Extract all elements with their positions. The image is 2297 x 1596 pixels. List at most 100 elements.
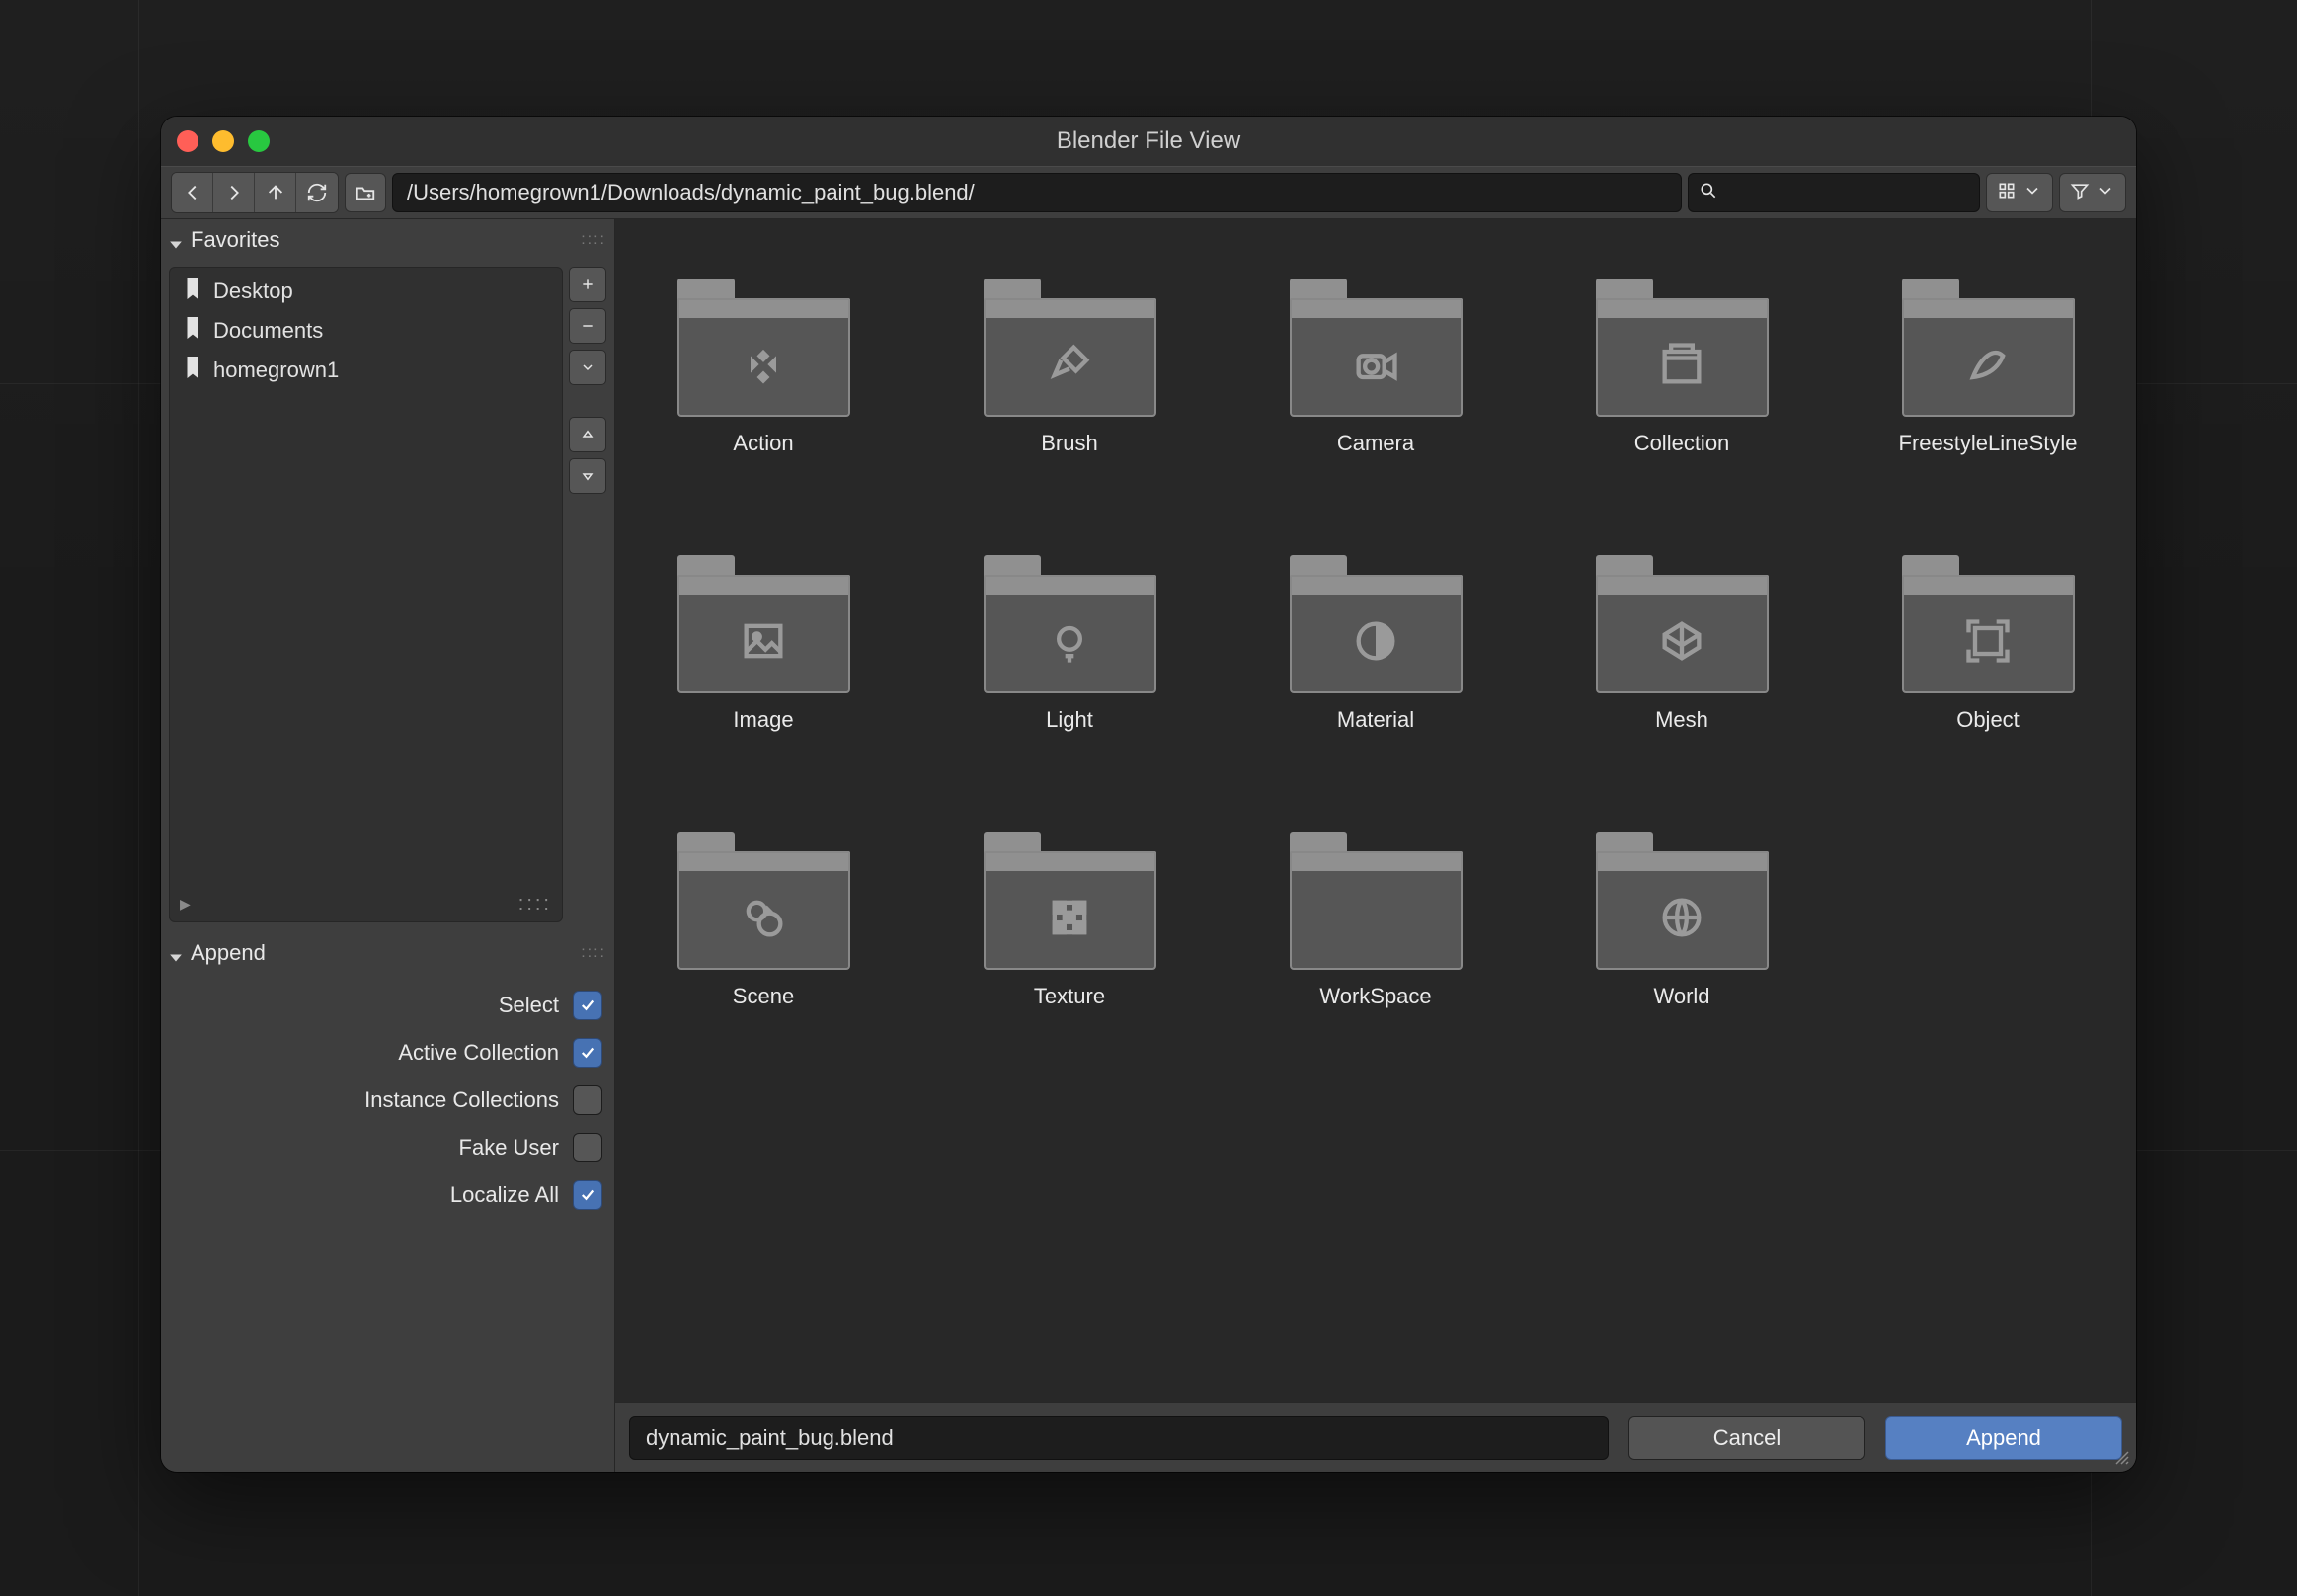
folder-item-collection[interactable]: Collection (1593, 279, 1771, 456)
option-label: Active Collection (398, 1040, 559, 1066)
option-label: Instance Collections (364, 1087, 559, 1113)
search-input[interactable] (1726, 179, 2015, 206)
append-option-row: Fake User (169, 1124, 602, 1171)
append-option-row: Select (169, 982, 602, 1029)
drag-grip-icon[interactable]: :::: (518, 893, 552, 916)
display-mode-dropdown[interactable] (1986, 173, 2053, 212)
folder-item-object[interactable]: Object (1899, 555, 2077, 733)
nav-up-button[interactable] (255, 173, 296, 212)
folder-icon (1290, 555, 1463, 693)
bookmark-icon (184, 278, 201, 305)
option-checkbox[interactable] (573, 991, 602, 1020)
folder-label: Action (733, 431, 793, 456)
folder-item-camera[interactable]: Camera (1287, 279, 1465, 456)
folder-icon (1596, 555, 1769, 693)
option-checkbox[interactable] (573, 1085, 602, 1115)
option-label: Localize All (450, 1182, 559, 1208)
folder-icon (984, 279, 1156, 417)
favorites-panel-header[interactable]: Favorites :::: (161, 219, 614, 261)
folder-label: Scene (733, 984, 794, 1009)
folder-item-material[interactable]: Material (1287, 555, 1465, 733)
folder-item-texture[interactable]: Texture (981, 832, 1158, 1009)
folder-label: WorkSpace (1319, 984, 1431, 1009)
close-window-button[interactable] (177, 130, 198, 152)
folder-item-light[interactable]: Light (981, 555, 1158, 733)
minimize-window-button[interactable] (212, 130, 234, 152)
folder-item-action[interactable]: Action (674, 279, 852, 456)
zoom-window-button[interactable] (248, 130, 270, 152)
titlebar: Blender File View (161, 117, 2136, 166)
append-option-row: Active Collection (169, 1029, 602, 1077)
folder-icon (1290, 832, 1463, 970)
option-label: Select (499, 993, 559, 1018)
window-title: Blender File View (161, 127, 2136, 155)
folder-icon (1902, 555, 2075, 693)
nav-refresh-button[interactable] (296, 173, 338, 212)
drag-grip-icon[interactable]: :::: (581, 944, 606, 962)
content-area: Action Brush Camera Collection FreestyleLine… (615, 219, 2136, 1472)
append-button[interactable]: Append (1885, 1416, 2122, 1460)
folder-item-brush[interactable]: Brush (981, 279, 1158, 456)
filename-input[interactable] (629, 1416, 1609, 1460)
bookmark-icon (184, 357, 201, 384)
search-icon (1699, 181, 1718, 205)
remove-favorite-button[interactable] (569, 308, 606, 344)
folder-label: Image (733, 707, 793, 733)
favorite-item-home[interactable]: homegrown1 (170, 351, 562, 390)
option-label: Fake User (459, 1135, 559, 1160)
grid-icon (1997, 181, 2017, 205)
expand-right-icon[interactable]: ▶ (180, 896, 191, 913)
folder-label: Light (1046, 707, 1093, 733)
folder-label: World (1653, 984, 1709, 1009)
folder-icon (1596, 832, 1769, 970)
favorite-item-desktop[interactable]: Desktop (170, 272, 562, 311)
file-browser-window: Blender File View (161, 117, 2136, 1472)
folder-icon (984, 555, 1156, 693)
option-checkbox[interactable] (573, 1038, 602, 1068)
path-input[interactable] (392, 173, 1682, 212)
resize-grip-icon[interactable] (2112, 1448, 2130, 1466)
filter-dropdown[interactable] (2059, 173, 2126, 212)
chevron-down-icon (2096, 181, 2115, 205)
folder-label: Material (1337, 707, 1414, 733)
folder-item-workspace[interactable]: WorkSpace (1287, 832, 1465, 1009)
folder-item-mesh[interactable]: Mesh (1593, 555, 1771, 733)
drag-grip-icon[interactable]: :::: (581, 231, 606, 249)
folder-item-freestylelinestyle[interactable]: FreestyleLineStyle (1899, 279, 2077, 456)
sidebar: Favorites :::: Desktop Documents homeg (161, 219, 615, 1472)
favorite-label: Documents (213, 318, 323, 344)
folder-label: Mesh (1655, 707, 1708, 733)
favorites-footer: ▶ :::: (180, 893, 552, 916)
funnel-icon (2070, 181, 2090, 205)
append-option-row: Instance Collections (169, 1077, 602, 1124)
new-directory-button[interactable] (345, 173, 386, 212)
folder-item-image[interactable]: Image (674, 555, 852, 733)
favorite-label: Desktop (213, 279, 293, 304)
cancel-button[interactable]: Cancel (1628, 1416, 1865, 1460)
append-title: Append (191, 940, 266, 966)
favorite-item-documents[interactable]: Documents (170, 311, 562, 351)
option-checkbox[interactable] (573, 1133, 602, 1162)
folder-icon (677, 832, 850, 970)
folder-label: Collection (1634, 431, 1730, 456)
favorites-list: Desktop Documents homegrown1 ▶ :::: (169, 267, 563, 922)
folder-label: Brush (1041, 431, 1097, 456)
folder-item-world[interactable]: World (1593, 832, 1771, 1009)
disclosure-down-icon (169, 232, 185, 248)
move-favorite-up-button[interactable] (569, 417, 606, 452)
option-checkbox[interactable] (573, 1180, 602, 1210)
folder-item-scene[interactable]: Scene (674, 832, 852, 1009)
nav-back-button[interactable] (172, 173, 213, 212)
folder-icon (677, 279, 850, 417)
favorites-menu-button[interactable] (569, 350, 606, 385)
add-favorite-button[interactable] (569, 267, 606, 302)
folder-icon (1902, 279, 2075, 417)
folder-icon (1596, 279, 1769, 417)
move-favorite-down-button[interactable] (569, 458, 606, 494)
search-field[interactable] (1688, 173, 1980, 212)
nav-forward-button[interactable] (213, 173, 255, 212)
append-panel-header[interactable]: Append :::: (161, 932, 614, 974)
folder-label: FreestyleLineStyle (1899, 431, 2078, 456)
folder-label: Texture (1034, 984, 1105, 1009)
footer: Cancel Append (615, 1402, 2136, 1472)
